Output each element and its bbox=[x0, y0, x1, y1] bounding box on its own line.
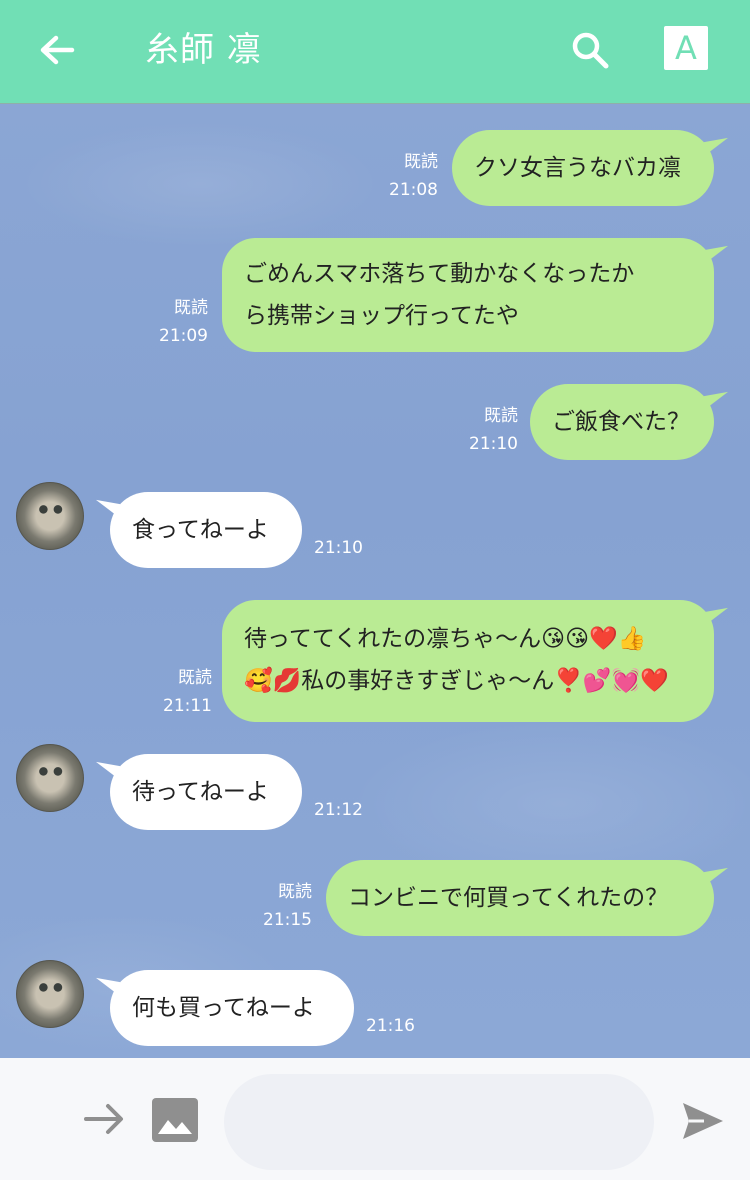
message-time: 21:15 bbox=[263, 910, 312, 930]
message-time: 21:10 bbox=[314, 538, 363, 558]
message-time: 21:08 bbox=[389, 180, 438, 200]
composer-bar bbox=[0, 1058, 750, 1180]
read-status: 既読 bbox=[278, 882, 312, 902]
message-bubble-incoming[interactable]: 待ってねーよ bbox=[110, 754, 302, 830]
message-bubble-incoming[interactable]: 食ってねーよ bbox=[110, 492, 302, 568]
message-time: 21:12 bbox=[314, 800, 363, 820]
send-button[interactable] bbox=[680, 1098, 726, 1148]
message-time: 21:16 bbox=[366, 1016, 415, 1036]
search-button[interactable] bbox=[566, 26, 614, 74]
avatar[interactable] bbox=[16, 744, 84, 812]
read-status: 既読 bbox=[178, 668, 212, 688]
read-status: 既読 bbox=[174, 298, 208, 318]
message-bubble-incoming[interactable]: 何も買ってねーよ bbox=[110, 970, 354, 1046]
message-bubble-outgoing[interactable]: クソ女言うなバカ凛 bbox=[452, 130, 714, 206]
message-input[interactable] bbox=[224, 1074, 654, 1170]
message-meta: 既読 21:11 bbox=[156, 664, 212, 720]
chat-header: 糸師 凛 A bbox=[0, 0, 750, 104]
avatar[interactable] bbox=[16, 482, 84, 550]
message-meta: 既読 21:15 bbox=[256, 878, 312, 934]
message-meta: 既読 21:09 bbox=[150, 294, 208, 350]
message-meta: 既読 21:08 bbox=[382, 148, 438, 204]
chat-title: 糸師 凛 bbox=[145, 30, 262, 70]
message-time: 21:10 bbox=[469, 434, 518, 454]
message-bubble-outgoing[interactable]: ごめんスマホ落ちて動かなくなったか ら携帯ショップ行ってたや bbox=[222, 238, 714, 352]
read-status: 既読 bbox=[404, 152, 438, 172]
read-status: 既読 bbox=[484, 406, 518, 426]
font-size-icon[interactable]: A bbox=[664, 26, 708, 70]
message-meta: 既読 21:10 bbox=[464, 402, 518, 458]
avatar[interactable] bbox=[16, 960, 84, 1028]
search-icon bbox=[572, 32, 609, 69]
expand-button[interactable] bbox=[82, 1096, 128, 1146]
message-list[interactable]: 既読 21:08 クソ女言うなバカ凛 既読 21:09 ごめんスマホ落ちて動かな… bbox=[0, 104, 750, 1058]
image-icon bbox=[152, 1098, 198, 1142]
forward-arrow-icon bbox=[84, 1104, 123, 1134]
message-time: 21:11 bbox=[163, 696, 212, 716]
message-time: 21:09 bbox=[159, 326, 208, 346]
message-bubble-outgoing[interactable]: ご飯食べた？ bbox=[530, 384, 714, 460]
image-button[interactable] bbox=[150, 1096, 200, 1148]
back-arrow-icon bbox=[40, 35, 75, 65]
send-icon bbox=[683, 1103, 723, 1139]
back-button[interactable] bbox=[32, 26, 82, 76]
message-bubble-outgoing[interactable]: コンビニで何買ってくれたの？ bbox=[326, 860, 714, 936]
message-bubble-outgoing[interactable]: 待っててくれたの凛ちゃ〜ん😘😘❤️👍 🥰💋私の事好きすぎじゃ〜ん❣️💕💓❤️ bbox=[222, 600, 714, 722]
